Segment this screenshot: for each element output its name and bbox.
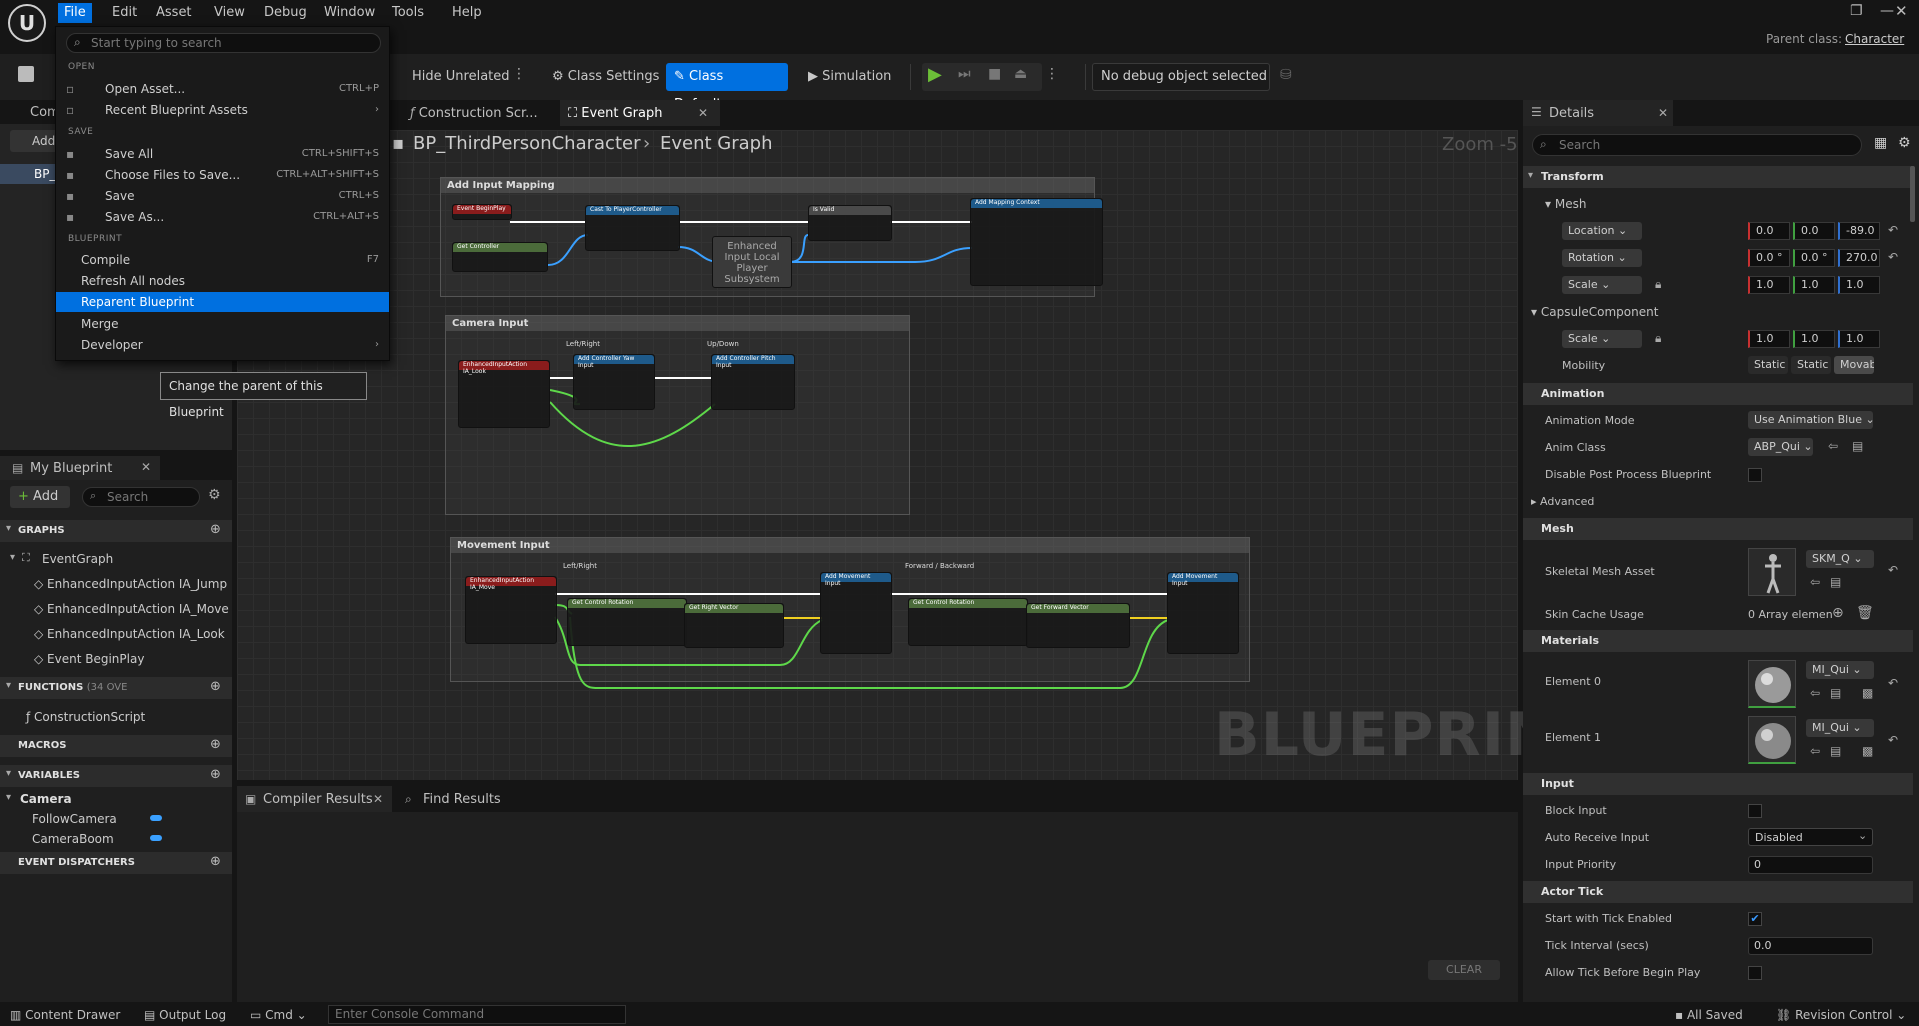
node-title: Get Control Rotation bbox=[568, 599, 686, 608]
object-wire bbox=[789, 234, 809, 263]
recent-icon: ▫ bbox=[66, 103, 75, 117]
menu-section-blueprint: BLUEPRINT bbox=[68, 234, 123, 244]
menu-developer[interactable]: Developer › bbox=[56, 335, 389, 355]
submenu-arrow-icon: › bbox=[375, 339, 379, 350]
node-title: Get Controller bbox=[453, 243, 547, 252]
object-wire bbox=[547, 234, 589, 266]
node-get-control-rotation[interactable]: Get Control Rotation bbox=[567, 598, 687, 646]
node-cast-to-playercontroller[interactable]: Cast To PlayerController bbox=[585, 205, 680, 251]
node-title: Add Mapping Context bbox=[971, 199, 1102, 208]
node-title: Add Controller Yaw Input bbox=[574, 355, 654, 369]
menu-save-all[interactable]: ▪ Save All CTRL+SHIFT+S bbox=[56, 144, 389, 164]
node-ia-move[interactable]: EnhancedInputAction IA_Move bbox=[465, 576, 557, 644]
menu-save-as[interactable]: ▪ Save As... CTRL+ALT+S bbox=[56, 207, 389, 227]
object-wire bbox=[790, 247, 973, 263]
node-add-yaw-input[interactable]: Add Controller Yaw Input bbox=[573, 354, 655, 410]
file-menu: Start typing to search ⌕ OPEN ▫ Open Asse… bbox=[55, 26, 390, 361]
node-get-forward-vector[interactable]: Get Forward Vector bbox=[1026, 603, 1130, 648]
menu-reparent-blueprint[interactable]: Reparent Blueprint bbox=[56, 292, 389, 312]
search-icon: ⌕ bbox=[74, 35, 81, 49]
node-event-beginplay[interactable]: Event BeginPlay bbox=[452, 204, 512, 220]
choose-icon: ▪ bbox=[66, 168, 75, 182]
node-title: EnhancedInputAction IA_Look bbox=[459, 361, 549, 375]
folder-icon: ▫ bbox=[66, 82, 75, 96]
node-title: Get Right Vector bbox=[685, 604, 783, 613]
menu-compile[interactable]: Compile F7 bbox=[56, 250, 389, 270]
menu-recent-blueprint-assets[interactable]: ▫ Recent Blueprint Assets › bbox=[56, 100, 389, 120]
node-title: Add Movement Input bbox=[1168, 573, 1238, 587]
reparent-tooltip: Change the parent of this Blueprint bbox=[160, 372, 367, 419]
menu-open-asset[interactable]: ▫ Open Asset... CTRL+P bbox=[56, 79, 389, 99]
node-is-valid[interactable]: Is Valid bbox=[808, 205, 892, 241]
menu-save[interactable]: ▪ Save CTRL+S bbox=[56, 186, 389, 206]
node-title: Cast To PlayerController bbox=[586, 206, 679, 215]
node-get-controller[interactable]: Get Controller bbox=[452, 242, 548, 272]
node-title: Get Control Rotation bbox=[909, 599, 1027, 608]
save-icon: ▪ bbox=[66, 189, 75, 203]
menu-section-open: OPEN bbox=[68, 62, 95, 72]
save-all-icon: ▪ bbox=[66, 147, 75, 161]
node-title: Is Valid bbox=[809, 206, 891, 215]
menu-choose-files-to-save[interactable]: ▪ Choose Files to Save... CTRL+ALT+SHIFT+S bbox=[56, 165, 389, 185]
node-title: Event BeginPlay bbox=[453, 205, 511, 214]
node-title: Get Forward Vector bbox=[1027, 604, 1129, 613]
node-title: Add Movement Input bbox=[821, 573, 891, 587]
save-as-icon: ▪ bbox=[66, 210, 75, 224]
menu-refresh-all-nodes[interactable]: Refresh All nodes bbox=[56, 271, 389, 291]
menu-section-save: SAVE bbox=[68, 127, 94, 137]
node-get-control-rotation-2[interactable]: Get Control Rotation bbox=[908, 598, 1028, 646]
submenu-arrow-icon: › bbox=[375, 104, 379, 115]
node-add-pitch-input[interactable]: Add Controller Pitch Input bbox=[711, 354, 795, 410]
node-ia-look[interactable]: EnhancedInputAction IA_Look bbox=[458, 360, 550, 428]
menu-merge[interactable]: Merge bbox=[56, 314, 389, 334]
node-get-right-vector[interactable]: Get Right Vector bbox=[684, 603, 784, 648]
node-add-mapping-context[interactable]: Add Mapping Context bbox=[970, 198, 1103, 286]
node-title: Add Controller Pitch Input bbox=[712, 355, 794, 369]
node-add-movement-input[interactable]: Add Movement Input bbox=[820, 572, 892, 654]
node-add-movement-input-2[interactable]: Add Movement Input bbox=[1167, 572, 1239, 654]
node-title: EnhancedInputAction IA_Move bbox=[466, 577, 556, 591]
node-enhanced-input-subsystem[interactable]: Enhanced Input Local Player Subsystem bbox=[712, 236, 792, 288]
file-menu-search-input[interactable]: Start typing to search bbox=[66, 33, 381, 53]
unreal-logo-icon[interactable]: U bbox=[8, 4, 46, 42]
